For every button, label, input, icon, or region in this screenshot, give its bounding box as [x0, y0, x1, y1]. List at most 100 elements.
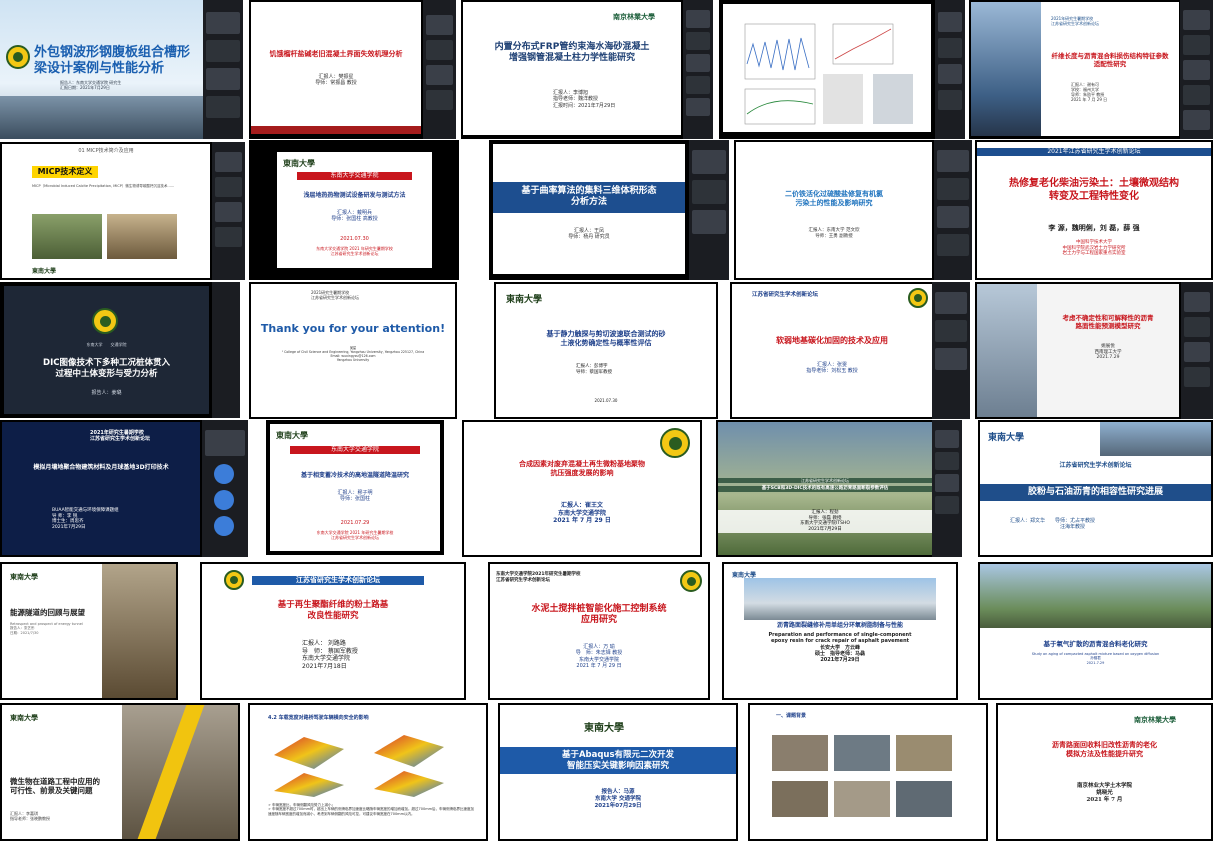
participant-camera[interactable] — [935, 430, 959, 448]
participant-camera[interactable] — [938, 12, 962, 32]
participant-camera[interactable] — [686, 54, 710, 72]
slide-subtitle: 报告人：马源 东南大学 交通学院 2021年07月29日 — [594, 789, 642, 809]
video-tile-8[interactable]: 基于曲率算法的集料三维体积形态 分析方法 汇报人：王凤 导师：杨丹 研究员 — [489, 140, 729, 280]
video-tile-27[interactable]: 4.2 车载宽度对路桥驾驶车辆横向安全的影响 ➢ 车辆宽度比，车辆侧翻风险势力上… — [248, 703, 488, 841]
video-tile-2[interactable]: 饥饿榴杆盐碱老旧混凝土界面失效机理分析 汇报人：樊振星 导师：常振昌 教授 — [249, 0, 456, 139]
slide-subtitle: 汇报人：李嘉琪 指导老师：张晓鹏教授 — [10, 811, 50, 821]
participant-camera[interactable] — [1184, 342, 1210, 362]
video-tile-23[interactable]: 东南大学交通学院2021年研究生暑期学校 江苏省研究生学术创新论坛 水泥土搅拌桩… — [488, 562, 710, 700]
participant-camera[interactable] — [206, 96, 240, 118]
field-photo — [834, 735, 890, 771]
video-tile-20[interactable]: 東南大學 江苏省研究生学术创新论坛 胶粉与石油沥青的相容性研究进展 汇报人：郑文… — [978, 420, 1213, 557]
participant-camera[interactable] — [1184, 367, 1210, 387]
participant-camera[interactable] — [215, 227, 242, 247]
city-photo — [971, 2, 1041, 136]
participant-camera[interactable] — [935, 320, 967, 342]
participant-camera[interactable] — [214, 464, 234, 484]
slide-date: 2021.07.30 — [594, 398, 618, 403]
video-tile-11[interactable]: 东南大学 交通学院 DIC图像技术下多种工况桩体贯入 过程中土体变形与受力分析 … — [0, 282, 240, 418]
participant-camera[interactable] — [214, 490, 234, 510]
participant-camera[interactable] — [1183, 110, 1210, 130]
slide-title: 热修复老化柴油污染土：土壤微观结构 转变及工程特性变化 — [1009, 178, 1179, 202]
participant-camera[interactable] — [1183, 85, 1210, 105]
slide-body: ➢ 车辆宽度比，车辆侧翻风险势力上减小； ➢ 车辆宽度不超过700mm时，超出上… — [268, 803, 475, 816]
participant-camera[interactable] — [935, 292, 967, 314]
video-tile-7[interactable]: 東南大學 东南大学交通学院 浅层地热热物测试设备研发与测试方法 汇报人：戴明兵 … — [249, 140, 459, 280]
participant-camera[interactable] — [938, 38, 962, 58]
video-tile-10[interactable]: 2021年江苏省研究生学术创新论坛 热修复老化柴油污染土：土壤微观结构 转变及工… — [975, 140, 1213, 280]
participant-camera[interactable] — [935, 474, 959, 492]
video-tile-28[interactable]: 東南大學 基于Abaqus有限元二次开发 智能压实关键影响因素研究 报告人：马源… — [498, 703, 738, 841]
participant-camera[interactable] — [205, 430, 245, 456]
slide-header: 东南大学 交通学院 — [86, 342, 127, 347]
participant-camera[interactable] — [686, 98, 710, 116]
video-tile-15[interactable]: 考虑不确定性和可解释性的沥青 路面性能预测模型研究 姚展悦 西南理工大学 202… — [975, 282, 1213, 419]
slide-header: 东南大学交通学院2021年研究生暑期学校 江苏省研究生学术创新论坛 — [496, 572, 581, 583]
participant-camera[interactable] — [1183, 10, 1210, 30]
participant-camera[interactable] — [686, 10, 710, 28]
slide-subtitle: 汇报人：程劲 导师：张磊 教授 东南大学交通学院ITSHO 2021年7月29日 — [718, 510, 932, 533]
video-tile-24[interactable]: 東南大學 沥青路面裂缝修补用单组分环氧树脂制备与性能 Preparation a… — [722, 562, 958, 700]
participant-camera[interactable] — [692, 180, 726, 204]
participant-camera[interactable] — [692, 150, 726, 174]
participant-camera[interactable] — [426, 40, 453, 60]
participant-strip — [689, 140, 729, 280]
participant-camera[interactable] — [692, 210, 726, 234]
video-tile-4[interactable] — [719, 0, 965, 139]
participant-camera[interactable] — [214, 516, 234, 536]
video-tile-18[interactable]: 合成因素对废弃混凝土再生微粉基地聚物 抗压强度发展的影响 汇报人：崔王文 东南大… — [462, 420, 702, 557]
video-tile-13[interactable]: 東南大學 基于静力触探与剪切波速联合测试的砂 土液化势确定性与概率性评估 汇报人… — [494, 282, 718, 419]
slide-title: 合成因素对废弃混凝土再生微粉基地聚物 抗压强度发展的影响 — [519, 460, 645, 477]
participant-camera[interactable] — [215, 202, 242, 222]
participant-camera[interactable] — [935, 496, 959, 514]
participant-camera[interactable] — [937, 178, 969, 200]
participant-camera[interactable] — [1184, 292, 1210, 312]
video-tile-29[interactable]: 一、课题背景 — [748, 703, 988, 841]
participant-camera[interactable] — [935, 348, 967, 370]
video-tile-21[interactable]: 東南大學 能源隧道的回顾与展望 Retrospect and prospect … — [0, 562, 178, 700]
participant-camera[interactable] — [1183, 35, 1210, 55]
participant-camera[interactable] — [1183, 60, 1210, 80]
participant-camera[interactable] — [1184, 317, 1210, 337]
video-tile-6[interactable]: 01 MICP技术简介及应用 MICP技术定义 MICP（Microbial I… — [0, 142, 245, 280]
video-tile-3[interactable]: 南京林業大學 内置分布式FRP管约束海水海砂混凝土 增强钢管混凝土柱力学性能研究… — [461, 0, 713, 139]
slide-subtitle: 报告人：东南大学交通学院 研究生 汇报日期：2021年7月29日 — [60, 80, 122, 90]
slide-authors: 李 源，魏明俐，刘 磊，薛 强 — [1048, 224, 1140, 232]
participant-camera[interactable] — [215, 177, 242, 197]
video-tile-25[interactable]: 基于氧气扩散的沥青混合料老化研究 Study on aging of compa… — [978, 562, 1213, 700]
university-logo-text: 東南大學 — [988, 433, 1025, 443]
participant-camera[interactable] — [206, 68, 240, 90]
video-tile-26[interactable]: 東南大學 微生物在道路工程中应用的 可行性、前景及关键问题 汇报人：李嘉琪 指导… — [0, 703, 240, 841]
video-tile-19[interactable]: 江苏省研究生学术创新论坛 基于SCB和3D-DIC技术的既有高速公路沥青路面断裂… — [716, 420, 962, 557]
participant-camera[interactable] — [206, 40, 240, 62]
video-tile-5[interactable]: 2021年研究生暑期学校 江苏省研究生学术创新论坛 纤维长度与沥青混合料损伤结构… — [969, 0, 1213, 139]
slide-org: 东南大学交通学院 2021 年研究生暑期学校 江苏省研究生学术创新论坛 — [316, 530, 394, 540]
participant-camera[interactable] — [935, 452, 959, 470]
video-tile-12[interactable]: 2021研究生暑期学校 江苏省研究生学术创新论坛 Thank you for y… — [249, 282, 457, 419]
participant-camera[interactable] — [215, 152, 242, 172]
participant-camera[interactable] — [937, 150, 969, 172]
participant-camera[interactable] — [426, 90, 453, 110]
participant-camera[interactable] — [937, 234, 969, 256]
slide-subtitle: Study on aging of compacted asphalt mixt… — [1031, 652, 1160, 665]
video-tile-16[interactable]: 2021年研究生暑期学校 江苏省研究生学术创新论坛 模拟月壤地聚合物建筑材料及月… — [0, 420, 248, 557]
participant-camera[interactable] — [686, 76, 710, 94]
slide-subtitle: 汇报人：穆子明 导师：张国柱 — [337, 490, 373, 503]
video-tile-22[interactable]: 江苏省研究生学术创新论坛 基于再生聚酯纤维的粉土路基 改良性能研究 汇报人： 刘… — [200, 562, 466, 700]
participant-camera[interactable] — [937, 206, 969, 228]
participant-camera[interactable] — [206, 12, 240, 34]
participant-camera[interactable] — [426, 15, 453, 35]
participant-camera[interactable] — [426, 65, 453, 85]
video-tile-17[interactable]: 東南大學 东南大学交通学院 基于相变蓄冷技术的高地温隧道降温研究 汇报人：穆子明… — [266, 420, 444, 555]
slide-subtitle: 南京林业大学土木学院 姚晓光 2021 年 7 月 — [1076, 783, 1132, 803]
video-tile-14[interactable]: 江苏省研究生学术创新论坛 软弱地基碳化加固的技术及应用 汇报人：张雯 指导老师：… — [730, 282, 970, 419]
video-tile-1[interactable]: 外包钢波形钢腹板组合槽形 梁设计案例与性能分析 报告人：东南大学交通学院 研究生… — [0, 0, 243, 139]
participant-camera[interactable] — [938, 64, 962, 84]
participant-camera[interactable] — [938, 90, 962, 110]
slide-footer — [251, 126, 421, 134]
video-tile-30[interactable]: 南京林業大學 沥青路面回收料旧改性沥青的老化 模拟方法及性能提升研究 南京林业大… — [996, 703, 1213, 841]
university-logo — [92, 308, 118, 334]
participant-camera[interactable] — [686, 32, 710, 50]
video-tile-9[interactable]: 二价铁活化过硫酸盐修复有机氯 污染土的性能及影响研究 汇报人：东南大学 范文欣 … — [734, 140, 972, 280]
slide-title: 4.2 车载宽度对路桥驾驶车辆横向安全的影响 — [268, 715, 369, 721]
